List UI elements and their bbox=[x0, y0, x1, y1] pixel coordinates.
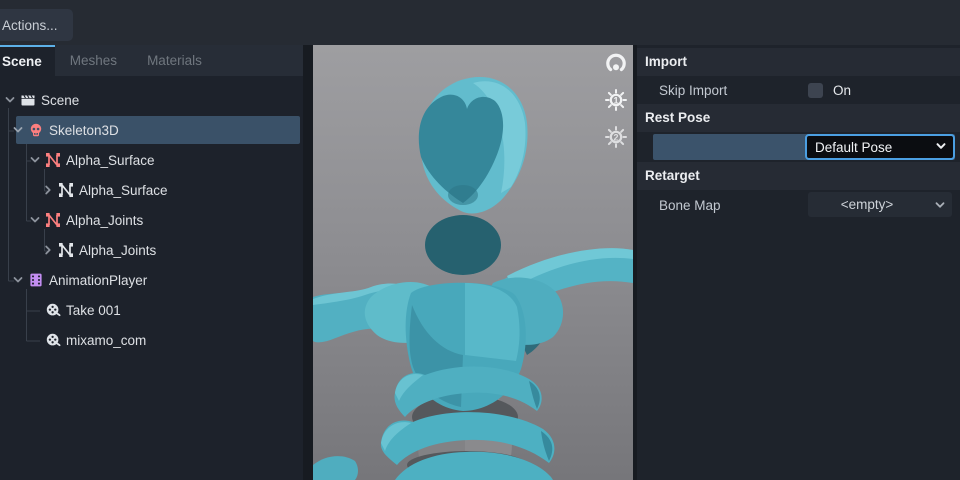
chevron-right-icon[interactable] bbox=[40, 182, 56, 198]
chevron-down-icon[interactable] bbox=[27, 152, 43, 168]
scene-import-panel: Scene Meshes Materials Scene Skeleton bbox=[0, 45, 303, 480]
tab-scene[interactable]: Scene bbox=[0, 45, 55, 76]
animation-icon bbox=[44, 332, 61, 348]
tree-item-label: Scene bbox=[41, 93, 79, 108]
character-model bbox=[313, 45, 633, 480]
top-toolbar: Actions... bbox=[0, 0, 960, 45]
model-preview-viewport[interactable]: 1 2 bbox=[313, 45, 633, 480]
chevron-down-icon[interactable] bbox=[27, 212, 43, 228]
section-header-rest-pose[interactable]: Rest Pose bbox=[637, 104, 960, 132]
tree-item-scene[interactable]: Scene bbox=[0, 85, 303, 115]
bone-map-resource-picker[interactable]: <empty> bbox=[808, 192, 952, 217]
property-row-bone-map: Bone Map <empty> bbox=[637, 190, 960, 220]
load-pose-dropdown[interactable]: Default Pose bbox=[805, 134, 955, 160]
section-header-import[interactable]: Import bbox=[637, 48, 960, 76]
checkbox-on-label: On bbox=[833, 83, 851, 98]
viewport-toolbar: 1 2 bbox=[603, 50, 629, 150]
light-2-icon[interactable]: 2 bbox=[603, 124, 629, 150]
svg-text:2: 2 bbox=[613, 132, 618, 142]
property-row-skip-import: Skip Import On bbox=[637, 76, 960, 104]
tab-meshes[interactable]: Meshes bbox=[55, 45, 132, 76]
resource-value: <empty> bbox=[841, 197, 894, 212]
expander-spacer bbox=[27, 332, 43, 348]
tree-item-label: Take 001 bbox=[66, 303, 121, 318]
tree-item-alpha-joints-mesh[interactable]: Alpha_Joints bbox=[0, 235, 303, 265]
tree-item-alpha-surface[interactable]: Alpha_Surface bbox=[0, 145, 303, 175]
svg-text:1: 1 bbox=[613, 95, 618, 105]
tab-bar: Scene Meshes Materials bbox=[0, 45, 303, 76]
chevron-down-icon[interactable] bbox=[10, 272, 26, 288]
property-label: Bone Map bbox=[659, 198, 721, 213]
tree-item-animationplayer[interactable]: AnimationPlayer bbox=[0, 265, 303, 295]
tree-item-label: mixamo_com bbox=[66, 333, 146, 348]
tree-item-label: AnimationPlayer bbox=[49, 273, 147, 288]
scene-tree: Scene Skeleton3D Alpha_Surface bbox=[0, 76, 303, 480]
tree-item-take-001[interactable]: Take 001 bbox=[0, 295, 303, 325]
tree-item-label: Alpha_Joints bbox=[66, 213, 143, 228]
expander-spacer bbox=[27, 302, 43, 318]
chevron-down-icon[interactable] bbox=[10, 122, 26, 138]
tree-item-label: Alpha_Joints bbox=[79, 243, 156, 258]
skeleton3d-icon bbox=[27, 122, 44, 138]
dropdown-value: Default Pose bbox=[815, 140, 935, 155]
animation-icon bbox=[44, 302, 61, 318]
scene-icon bbox=[19, 92, 36, 108]
section-header-retarget[interactable]: Retarget bbox=[637, 162, 960, 190]
tree-item-alpha-surface-mesh[interactable]: Alpha_Surface bbox=[0, 175, 303, 205]
tree-item-alpha-joints[interactable]: Alpha_Joints bbox=[0, 205, 303, 235]
chevron-down-icon[interactable] bbox=[2, 92, 18, 108]
import-inspector: Import Skip Import On Rest Pose Load Pos… bbox=[637, 45, 960, 480]
tree-item-label: Alpha_Surface bbox=[79, 183, 168, 198]
mesh-icon bbox=[57, 242, 74, 258]
tree-item-label: Skeleton3D bbox=[49, 123, 119, 138]
rotate-model-icon[interactable] bbox=[603, 50, 629, 76]
mesh-icon bbox=[57, 182, 74, 198]
tree-item-label: Alpha_Surface bbox=[66, 153, 155, 168]
property-row-load-pose: Load Pose Default Pose bbox=[637, 132, 960, 162]
tab-materials[interactable]: Materials bbox=[132, 45, 217, 76]
property-label: Skip Import bbox=[659, 83, 727, 98]
mesh-instance-icon bbox=[44, 152, 61, 168]
skip-import-checkbox[interactable] bbox=[808, 83, 823, 98]
mesh-instance-icon bbox=[44, 212, 61, 228]
light-1-icon[interactable]: 1 bbox=[603, 87, 629, 113]
animation-player-icon bbox=[27, 272, 44, 288]
chevron-right-icon[interactable] bbox=[40, 242, 56, 258]
actions-button[interactable]: Actions... bbox=[0, 9, 73, 41]
chevron-down-icon bbox=[935, 140, 947, 155]
property-label: Load Pose bbox=[659, 140, 724, 155]
chevron-down-icon bbox=[934, 199, 946, 214]
tree-item-skeleton3d[interactable]: Skeleton3D bbox=[0, 115, 303, 145]
tree-item-mixamo-com[interactable]: mixamo_com bbox=[0, 325, 303, 355]
